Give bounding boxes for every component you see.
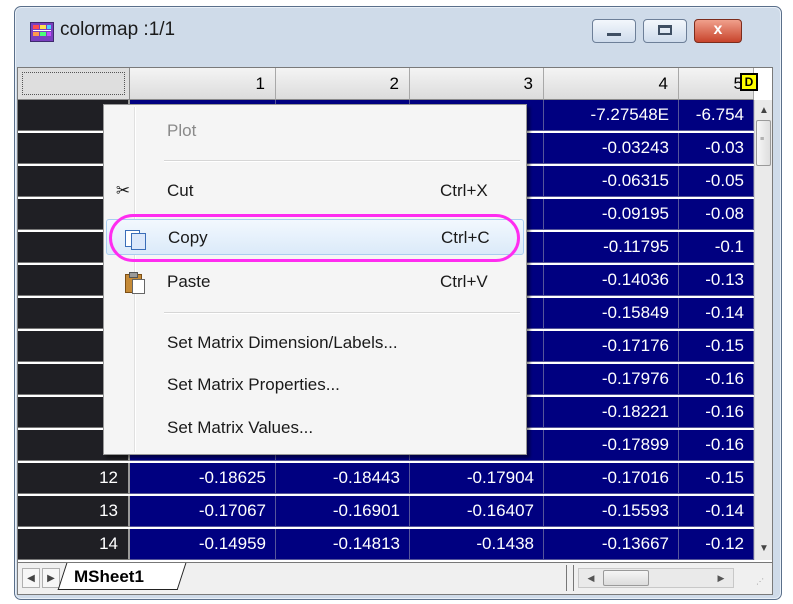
title-bar[interactable]: colormap :1/1 x [15,7,781,57]
window-title: colormap :1/1 [60,19,176,40]
matrix-cell[interactable]: -0.17976 [544,364,679,395]
context-menu: Plot ✂ Cut Ctrl+X Copy Ctrl+C Paste Ctrl… [103,104,527,455]
corner-focus-rect [22,72,125,95]
menu-item-label: Cut [167,181,194,200]
menu-item-label: Copy [168,228,208,247]
vertical-scrollbar[interactable]: ▲ ≡ ▼ [754,100,772,560]
matrix-cell[interactable]: -0.14036 [544,265,679,296]
matrix-cell[interactable]: -0.14 [679,298,754,329]
matrix-cell[interactable]: -0.17904 [410,463,544,494]
copy-icon [113,227,146,250]
tab-scroll-right-icon[interactable]: ▶ [42,568,60,588]
close-icon: x [713,21,723,38]
matrix-cell[interactable]: -0.14 [679,496,754,527]
row-header[interactable]: 13 [18,496,130,527]
menu-item-label: Set Matrix Dimension/Labels... [167,333,398,352]
menu-item-paste[interactable]: Paste Ctrl+V [106,264,524,300]
select-all-corner[interactable] [18,68,130,100]
menu-item-label: Paste [167,272,211,291]
split-handle[interactable] [566,565,574,591]
menu-item-label: Set Matrix Properties... [167,375,340,394]
menu-item-cut[interactable]: ✂ Cut Ctrl+X [106,173,524,209]
row-header[interactable]: 14 [18,529,130,560]
matrix-cell[interactable]: -0.1438 [410,529,544,560]
matrix-cell[interactable]: -0.16901 [276,496,410,527]
matrix-cell[interactable]: -0.15 [679,463,754,494]
matrix-cell[interactable]: -0.18443 [276,463,410,494]
column-header[interactable]: 1 [130,68,276,100]
menu-item-set-matrix-values[interactable]: Set Matrix Values... [106,410,524,446]
matrix-cell[interactable]: -0.16407 [410,496,544,527]
matrix-cell[interactable]: -0.16 [679,397,754,428]
matrix-cell[interactable]: -0.06315 [544,166,679,197]
menu-item-set-matrix-properties[interactable]: Set Matrix Properties... [106,367,524,403]
matrix-cell[interactable]: -0.17067 [130,496,276,527]
matrix-cell[interactable]: -0.13 [679,265,754,296]
scroll-down-arrow-icon[interactable]: ▼ [755,540,772,558]
menu-item-label: Plot [167,121,197,140]
matrix-cell[interactable]: -0.13667 [544,529,679,560]
matrix-cell[interactable]: -0.18625 [130,463,276,494]
minimize-icon [607,33,621,36]
paste-icon [112,271,145,294]
matrix-cell[interactable]: -0.15849 [544,298,679,329]
matrix-cell[interactable]: -0.15 [679,331,754,362]
matrix-cell[interactable]: -0.09195 [544,199,679,230]
matrix-cell[interactable]: -0.18221 [544,397,679,428]
maximize-icon [658,25,672,35]
scroll-right-arrow-icon[interactable]: ▶ [713,569,729,587]
menu-item-shortcut: Ctrl+V [440,272,488,291]
menu-item-copy[interactable]: Copy Ctrl+C [106,219,524,255]
matrix-cell[interactable]: -0.17176 [544,331,679,362]
d-indicator-icon[interactable]: D [740,73,758,91]
matrix-cell[interactable]: -0.1 [679,232,754,263]
matrix-cell[interactable]: -6.754 [679,100,754,131]
matrix-cell[interactable]: -0.14813 [276,529,410,560]
matrix-cell[interactable]: -0.05 [679,166,754,197]
matrix-cell[interactable]: -0.16 [679,430,754,461]
row-header[interactable]: 12 [18,463,130,494]
matrix-window-icon [30,22,54,42]
horizontal-scroll-thumb[interactable] [603,570,649,586]
vertical-scroll-thumb[interactable]: ≡ [756,120,771,166]
scroll-up-arrow-icon[interactable]: ▲ [755,102,772,120]
horizontal-scrollbar[interactable]: ◀ ▶ [578,568,734,588]
matrix-cell[interactable]: -0.16 [679,364,754,395]
menu-item-shortcut: Ctrl+X [440,181,488,200]
maximize-button[interactable] [643,19,687,43]
matrix-cell[interactable]: -7.27548E [544,100,679,131]
close-button[interactable]: x [694,19,742,43]
matrix-cell[interactable]: -0.12 [679,529,754,560]
menu-separator [164,160,520,162]
matrix-cell[interactable]: -0.08 [679,199,754,230]
menu-item-set-matrix-dimension[interactable]: Set Matrix Dimension/Labels... [106,325,524,361]
scroll-left-arrow-icon[interactable]: ◀ [583,569,599,587]
scissors-icon: ✂ [115,181,131,200]
menu-separator [164,312,520,314]
menu-item-shortcut: Ctrl+C [441,228,490,247]
column-header[interactable]: 4 [544,68,679,100]
matrix-cell[interactable]: -0.15593 [544,496,679,527]
tab-scroll-left-icon[interactable]: ◀ [22,568,40,588]
matrix-cell[interactable]: -0.03 [679,133,754,164]
matrix-cell[interactable]: -0.14959 [130,529,276,560]
column-header[interactable]: 2 [276,68,410,100]
resize-grip-icon[interactable]: ⋰ [756,578,768,591]
menu-item-plot[interactable]: Plot [106,113,524,149]
matrix-cell[interactable]: -0.17016 [544,463,679,494]
tab-msheet1[interactable]: MSheet1 [74,567,144,587]
matrix-cell[interactable]: -0.03243 [544,133,679,164]
menu-item-label: Set Matrix Values... [167,418,314,437]
sheet-tab-bar: ◀ ▶ MSheet1 ◀ ▶ ⋰ [18,562,772,594]
column-header[interactable]: 3 [410,68,544,100]
grip-icon: ≡ [760,136,765,143]
minimize-button[interactable] [592,19,636,43]
matrix-cell[interactable]: -0.11795 [544,232,679,263]
matrix-cell[interactable]: -0.17899 [544,430,679,461]
